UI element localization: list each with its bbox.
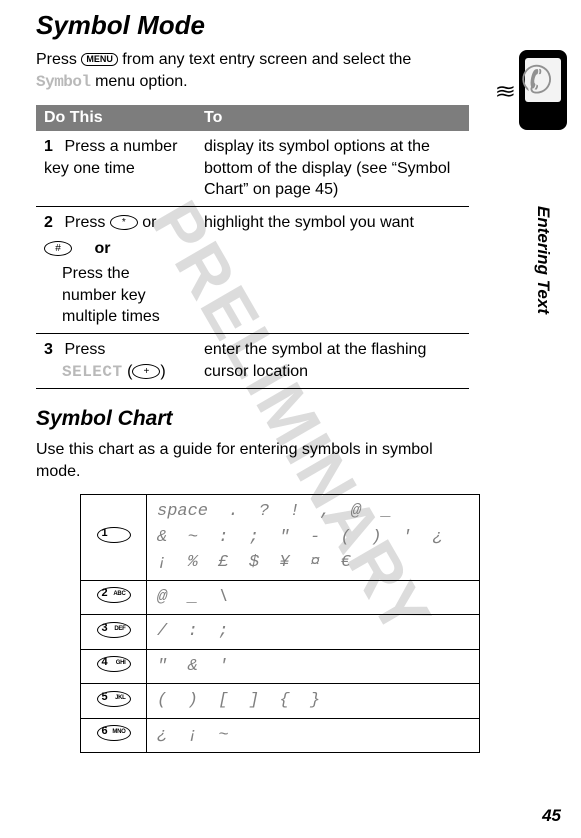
number-key-icon — [97, 622, 131, 638]
softkey-icon: + — [132, 364, 160, 379]
intro-text-3: menu option. — [95, 73, 188, 90]
number-key-icon — [97, 527, 131, 543]
chart-key-cell — [81, 495, 147, 581]
step-left-prefix: Press — [64, 341, 105, 358]
table-row: / : ; — [81, 615, 480, 650]
steps-table: Do This To 1 Press a number key one time… — [36, 105, 469, 389]
chart-symbols-cell: ¿ ¡ ~ — [147, 718, 480, 753]
table-header-right: To — [196, 105, 469, 131]
table-row: ( ) [ ] { } — [81, 684, 480, 719]
paren-close: ) — [160, 363, 165, 380]
chart-symbols-cell: space . ? ! , @ _& ~ : ; " - ( ) ' ¿¡ % … — [147, 495, 480, 581]
step-left-alt: Press the number key multiple times — [62, 263, 188, 328]
intro-text-2: from any text entry screen and select th… — [122, 51, 411, 68]
step-number: 2 — [44, 212, 60, 234]
step-right-text: display its symbol options at the bottom… — [196, 131, 469, 206]
chart-key-cell — [81, 615, 147, 650]
number-key-icon — [97, 691, 131, 707]
step-left-text: Press a number key one time — [44, 138, 177, 177]
table-row: 2 Press * or # or Press the number key m… — [36, 206, 469, 333]
table-row: " & ' — [81, 649, 480, 684]
table-row: 1 Press a number key one time display it… — [36, 131, 469, 206]
page-number: 45 — [542, 806, 561, 826]
select-softkey-label: SELECT — [62, 363, 123, 381]
symbol-menu-word: Symbol — [36, 73, 91, 91]
chart-key-cell — [81, 580, 147, 615]
table-row: space . ? ! , @ _& ~ : ; " - ( ) ' ¿¡ % … — [81, 495, 480, 581]
table-row: @ _ \ — [81, 580, 480, 615]
section-subtitle: Symbol Chart — [36, 407, 469, 431]
chart-symbols-cell: @ _ \ — [147, 580, 480, 615]
or-text: or — [94, 238, 110, 260]
star-key-icon: * — [110, 215, 138, 230]
chart-key-cell — [81, 684, 147, 719]
intro-text-1: Press — [36, 51, 81, 68]
step-left-prefix: Press — [64, 214, 109, 231]
chart-key-cell — [81, 649, 147, 684]
chart-intro-text: Use this chart as a guide for entering s… — [36, 439, 469, 482]
table-row: 3 Press SELECT (+) enter the symbol at t… — [36, 333, 469, 388]
number-key-icon — [97, 656, 131, 672]
chart-symbols-cell: ( ) [ ] { } — [147, 684, 480, 719]
chart-symbols-cell: " & ' — [147, 649, 480, 684]
menu-key-icon: MENU — [81, 53, 118, 66]
hash-key-icon: # — [44, 241, 72, 256]
phone-icon: ✆ ≋ — [519, 50, 567, 130]
step-left-mid: or — [142, 214, 156, 231]
step-number: 1 — [44, 136, 60, 158]
number-key-icon — [97, 587, 131, 603]
number-key-icon — [97, 725, 131, 741]
symbol-chart-table: space . ? ! , @ _& ~ : ; " - ( ) ' ¿¡ % … — [80, 494, 480, 753]
side-section-label: Entering Text — [533, 206, 553, 314]
chart-key-cell — [81, 718, 147, 753]
step-number: 3 — [44, 339, 60, 361]
intro-paragraph: Press MENU from any text entry screen an… — [36, 49, 469, 93]
chart-symbols-cell: / : ; — [147, 615, 480, 650]
table-header-left: Do This — [36, 105, 196, 131]
step-right-text: highlight the symbol you want — [196, 206, 469, 333]
table-row: ¿ ¡ ~ — [81, 718, 480, 753]
page-title: Symbol Mode — [36, 10, 469, 41]
step-right-text: enter the symbol at the flashing cursor … — [196, 333, 469, 388]
